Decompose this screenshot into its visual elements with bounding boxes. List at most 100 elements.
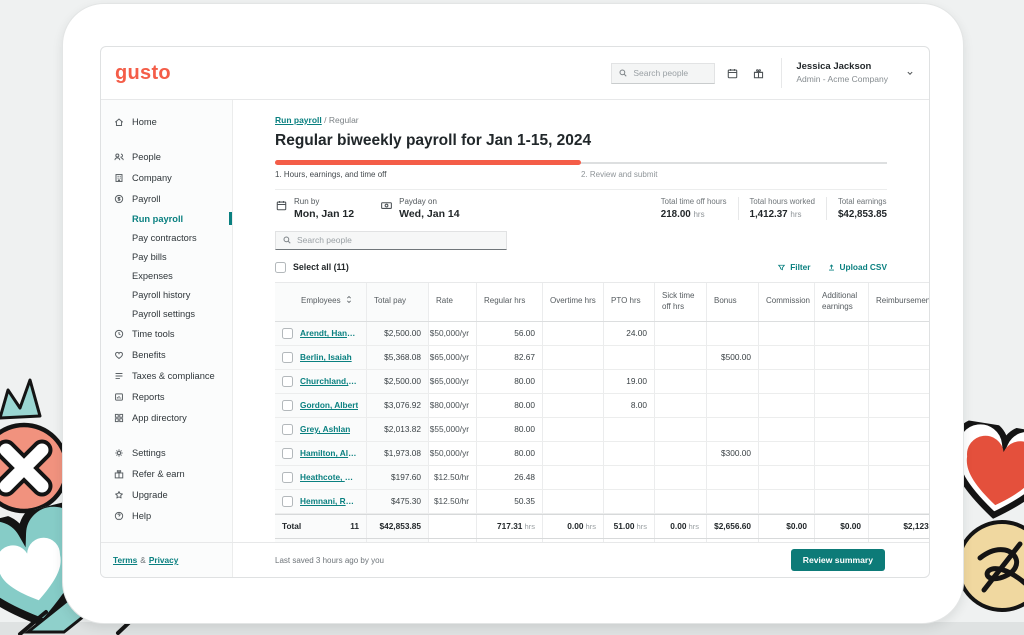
- cell-pto-hrs[interactable]: [604, 418, 655, 441]
- sidebar-item-settings[interactable]: Settings: [101, 442, 232, 463]
- sidebar-item-refer-earn[interactable]: Refer & earn: [101, 463, 232, 484]
- cell-overtime-hrs[interactable]: [543, 322, 604, 345]
- cell-pto-hrs[interactable]: [604, 442, 655, 465]
- cell-bonus[interactable]: $300.00: [707, 442, 759, 465]
- sidebar-item-pay-contractors[interactable]: Pay contractors: [101, 228, 232, 247]
- cell-commission[interactable]: [759, 394, 815, 417]
- cell-commission[interactable]: [759, 466, 815, 489]
- privacy-link[interactable]: Privacy: [149, 555, 179, 565]
- sidebar-item-people[interactable]: People: [101, 146, 232, 167]
- cell-rate[interactable]: $12.50/hr: [429, 466, 477, 489]
- cell-sick-time-off-hrs[interactable]: [655, 466, 707, 489]
- cell-reimbursement[interactable]: [869, 418, 929, 441]
- cell-reimbursement[interactable]: [869, 394, 929, 417]
- cell-regular-hrs[interactable]: 80.00: [477, 370, 543, 393]
- cell-bonus[interactable]: [707, 418, 759, 441]
- user-menu[interactable]: Jessica Jackson Admin - Acme Company: [796, 61, 888, 84]
- cell-overtime-hrs[interactable]: [543, 394, 604, 417]
- calendar-icon[interactable]: [724, 65, 741, 82]
- cell-regular-hrs[interactable]: 50.35: [477, 490, 543, 513]
- cell-regular-hrs[interactable]: 82.67: [477, 346, 543, 369]
- cell-reimbursement[interactable]: [869, 466, 929, 489]
- cell-reimbursement[interactable]: [869, 442, 929, 465]
- cell-reimbursement[interactable]: [869, 322, 929, 345]
- cell-rate[interactable]: $65,000/yr: [429, 370, 477, 393]
- cell-pto-hrs[interactable]: 8.00: [604, 394, 655, 417]
- cell-overtime-hrs[interactable]: [543, 346, 604, 369]
- people-search[interactable]: [275, 231, 507, 250]
- cell-sick-time-off-hrs[interactable]: [655, 322, 707, 345]
- cell-rate[interactable]: $55,000/yr: [429, 418, 477, 441]
- sidebar-item-run-payroll[interactable]: Run payroll: [101, 209, 232, 228]
- cell-additional-earnings[interactable]: [815, 394, 869, 417]
- cell-total-pay[interactable]: $3,076.92: [367, 394, 429, 417]
- sidebar-item-payroll-settings[interactable]: Payroll settings: [101, 304, 232, 323]
- cell-bonus[interactable]: [707, 370, 759, 393]
- cell-additional-earnings[interactable]: [815, 466, 869, 489]
- gift-icon[interactable]: [750, 65, 767, 82]
- cell-pto-hrs[interactable]: [604, 490, 655, 513]
- sidebar-item-expenses[interactable]: Expenses: [101, 266, 232, 285]
- cell-commission[interactable]: [759, 370, 815, 393]
- cell-commission[interactable]: [759, 442, 815, 465]
- cell-total-pay[interactable]: $2,500.00: [367, 370, 429, 393]
- employee-link[interactable]: Heathcote, Gio...: [300, 472, 359, 482]
- employee-link[interactable]: Arendt, Hannah: [300, 328, 359, 338]
- cell-regular-hrs[interactable]: 80.00: [477, 442, 543, 465]
- terms-link[interactable]: Terms: [113, 555, 137, 565]
- cell-rate[interactable]: $50,000/yr: [429, 442, 477, 465]
- cell-additional-earnings[interactable]: [815, 418, 869, 441]
- cell-regular-hrs[interactable]: 80.00: [477, 418, 543, 441]
- sidebar-item-taxes-compliance[interactable]: Taxes & compliance: [101, 365, 232, 386]
- cell-total-pay[interactable]: $2,013.82: [367, 418, 429, 441]
- employee-link[interactable]: Hemnani, Romil: [300, 496, 359, 506]
- cell-overtime-hrs[interactable]: [543, 370, 604, 393]
- cell-pto-hrs[interactable]: 19.00: [604, 370, 655, 393]
- sidebar-item-payroll[interactable]: Payroll: [101, 188, 232, 209]
- cell-overtime-hrs[interactable]: [543, 490, 604, 513]
- cell-regular-hrs[interactable]: 56.00: [477, 322, 543, 345]
- cell-additional-earnings[interactable]: [815, 490, 869, 513]
- cell-overtime-hrs[interactable]: [543, 466, 604, 489]
- cell-regular-hrs[interactable]: 80.00: [477, 394, 543, 417]
- cell-sick-time-off-hrs[interactable]: [655, 442, 707, 465]
- cell-total-pay[interactable]: $475.30: [367, 490, 429, 513]
- employee-link[interactable]: Hamilton, Alex...: [300, 448, 359, 458]
- cell-reimbursement[interactable]: [869, 370, 929, 393]
- cell-sick-time-off-hrs[interactable]: [655, 490, 707, 513]
- cell-total-pay[interactable]: $2,500.00: [367, 322, 429, 345]
- cell-rate[interactable]: $50,000/yr: [429, 322, 477, 345]
- cell-overtime-hrs[interactable]: [543, 418, 604, 441]
- sort-icon[interactable]: [345, 295, 353, 307]
- column-header-employees[interactable]: Employees: [275, 283, 367, 321]
- breadcrumb-run-payroll-link[interactable]: Run payroll: [275, 115, 322, 125]
- sidebar-item-upgrade[interactable]: Upgrade: [101, 484, 232, 505]
- cell-total-pay[interactable]: $1,973.08: [367, 442, 429, 465]
- sidebar-item-pay-bills[interactable]: Pay bills: [101, 247, 232, 266]
- cell-commission[interactable]: [759, 322, 815, 345]
- topbar-search-input[interactable]: [633, 68, 708, 78]
- row-checkbox[interactable]: [282, 424, 293, 435]
- row-checkbox[interactable]: [282, 448, 293, 459]
- cell-rate[interactable]: $80,000/yr: [429, 394, 477, 417]
- cell-reimbursement[interactable]: [869, 490, 929, 513]
- employee-link[interactable]: Berlin, Isaiah: [300, 352, 352, 362]
- cell-pto-hrs[interactable]: [604, 466, 655, 489]
- cell-sick-time-off-hrs[interactable]: [655, 346, 707, 369]
- sidebar-item-company[interactable]: Company: [101, 167, 232, 188]
- sidebar-item-reports[interactable]: Reports: [101, 386, 232, 407]
- cell-sick-time-off-hrs[interactable]: [655, 418, 707, 441]
- cell-regular-hrs[interactable]: 26.48: [477, 466, 543, 489]
- sidebar-item-benefits[interactable]: Benefits: [101, 344, 232, 365]
- sidebar-item-help[interactable]: Help: [101, 505, 232, 526]
- employee-link[interactable]: Churchland, Pa...: [300, 376, 359, 386]
- row-checkbox[interactable]: [282, 352, 293, 363]
- sidebar-item-time-tools[interactable]: Time tools: [101, 323, 232, 344]
- sidebar-item-app-directory[interactable]: App directory: [101, 407, 232, 428]
- row-checkbox[interactable]: [282, 496, 293, 507]
- row-checkbox[interactable]: [282, 328, 293, 339]
- select-all-checkbox[interactable]: [275, 262, 286, 273]
- row-checkbox[interactable]: [282, 400, 293, 411]
- chevron-down-icon[interactable]: [905, 68, 915, 78]
- cell-bonus[interactable]: [707, 394, 759, 417]
